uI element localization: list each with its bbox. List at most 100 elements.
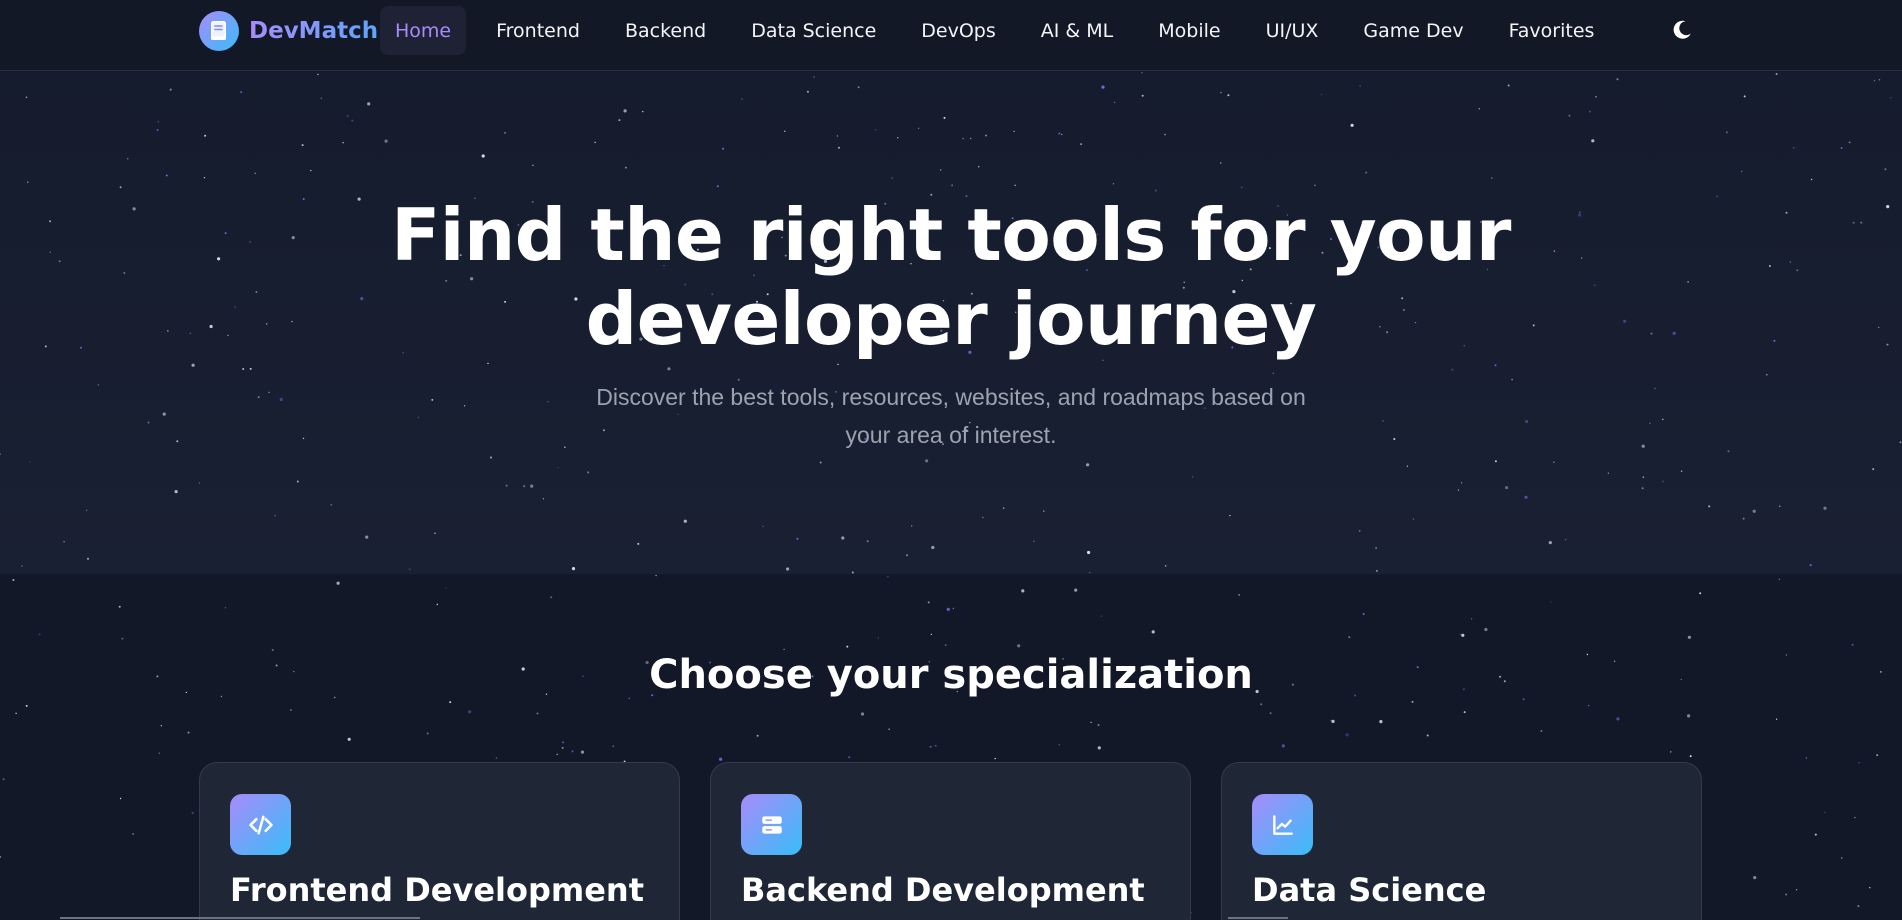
star xyxy=(1616,78,1619,81)
star xyxy=(1687,635,1691,639)
star xyxy=(1810,178,1813,181)
star xyxy=(716,185,719,188)
star xyxy=(982,516,984,519)
nav-item-devops[interactable]: DevOps xyxy=(906,6,1010,55)
star xyxy=(85,509,88,511)
card-title: Data Science xyxy=(1252,871,1487,909)
nav-item-backend[interactable]: Backend xyxy=(610,6,721,55)
star xyxy=(943,116,946,119)
star xyxy=(719,757,723,761)
star xyxy=(1680,470,1683,472)
star xyxy=(1320,94,1323,96)
star xyxy=(1809,564,1812,567)
star xyxy=(310,169,312,172)
nav-item-ui-ux[interactable]: UI/UX xyxy=(1251,6,1334,55)
star xyxy=(624,166,627,169)
star xyxy=(12,579,15,581)
star xyxy=(342,142,344,144)
star xyxy=(1785,654,1788,656)
star xyxy=(296,480,299,483)
star xyxy=(255,291,258,293)
star xyxy=(157,121,159,123)
brand-logo[interactable]: DevMatch xyxy=(199,11,378,51)
star xyxy=(291,320,293,323)
nav-item-home[interactable]: Home xyxy=(380,6,467,55)
star xyxy=(118,605,121,608)
star xyxy=(189,332,192,334)
star xyxy=(1662,480,1665,483)
star xyxy=(1872,468,1875,471)
section-title: Choose your specialization xyxy=(649,652,1253,698)
star xyxy=(1459,633,1462,636)
star xyxy=(293,670,295,673)
nav-item-data-science[interactable]: Data Science xyxy=(736,6,891,55)
star xyxy=(580,750,585,754)
star xyxy=(1641,487,1644,490)
star xyxy=(1112,183,1115,185)
star xyxy=(1375,569,1378,572)
nav-item-frontend[interactable]: Frontend xyxy=(481,6,595,55)
star xyxy=(1752,509,1756,513)
nav-item-favorites[interactable]: Favorites xyxy=(1494,6,1610,55)
star xyxy=(1113,101,1116,104)
star xyxy=(1191,476,1194,478)
star xyxy=(1789,261,1792,263)
star xyxy=(945,644,947,646)
card-frontend-development[interactable]: Frontend Development xyxy=(199,762,680,920)
star xyxy=(25,704,28,707)
star xyxy=(860,712,865,716)
star xyxy=(1716,195,1718,198)
star xyxy=(119,797,122,800)
star xyxy=(1742,517,1745,520)
star xyxy=(158,752,160,754)
star xyxy=(1460,482,1463,484)
star xyxy=(1086,463,1090,467)
star xyxy=(495,757,498,759)
star xyxy=(58,260,61,263)
server-icon xyxy=(741,794,802,855)
star xyxy=(866,540,869,543)
star xyxy=(1043,510,1045,512)
star xyxy=(1851,643,1854,646)
star xyxy=(1878,79,1881,81)
star xyxy=(1151,630,1155,634)
navbar: DevMatch Home Frontend Backend Data Scie… xyxy=(0,0,1902,71)
star xyxy=(1613,660,1616,662)
star xyxy=(1593,284,1596,287)
theme-toggle-button[interactable] xyxy=(1666,14,1698,46)
nav-item-game-dev[interactable]: Game Dev xyxy=(1348,6,1478,55)
star xyxy=(806,90,809,93)
star xyxy=(1743,95,1746,98)
star xyxy=(1080,143,1083,146)
star xyxy=(162,412,166,416)
star xyxy=(1229,514,1231,517)
star xyxy=(347,737,351,741)
star xyxy=(1814,833,1817,836)
card-data-science[interactable]: Data Science xyxy=(1221,762,1702,920)
nav-item-ai-ml[interactable]: AI & ML xyxy=(1026,6,1128,55)
star xyxy=(224,232,227,235)
star xyxy=(490,456,492,459)
star xyxy=(783,648,785,651)
star xyxy=(191,363,195,367)
star xyxy=(187,731,190,734)
star xyxy=(962,137,964,140)
nav-item-mobile[interactable]: Mobile xyxy=(1143,6,1235,55)
star xyxy=(819,461,822,464)
star xyxy=(618,119,621,122)
star xyxy=(165,174,168,177)
star xyxy=(417,416,420,419)
star xyxy=(1470,618,1473,620)
star xyxy=(227,334,229,337)
star xyxy=(1359,85,1361,87)
star xyxy=(1331,719,1335,724)
star xyxy=(346,115,349,118)
star xyxy=(846,645,849,648)
star xyxy=(1795,889,1798,891)
star xyxy=(931,545,935,550)
star xyxy=(1550,601,1552,603)
star xyxy=(1840,147,1843,149)
star xyxy=(1457,489,1460,491)
star xyxy=(1507,84,1510,87)
card-backend-development[interactable]: Backend Development xyxy=(710,762,1191,920)
